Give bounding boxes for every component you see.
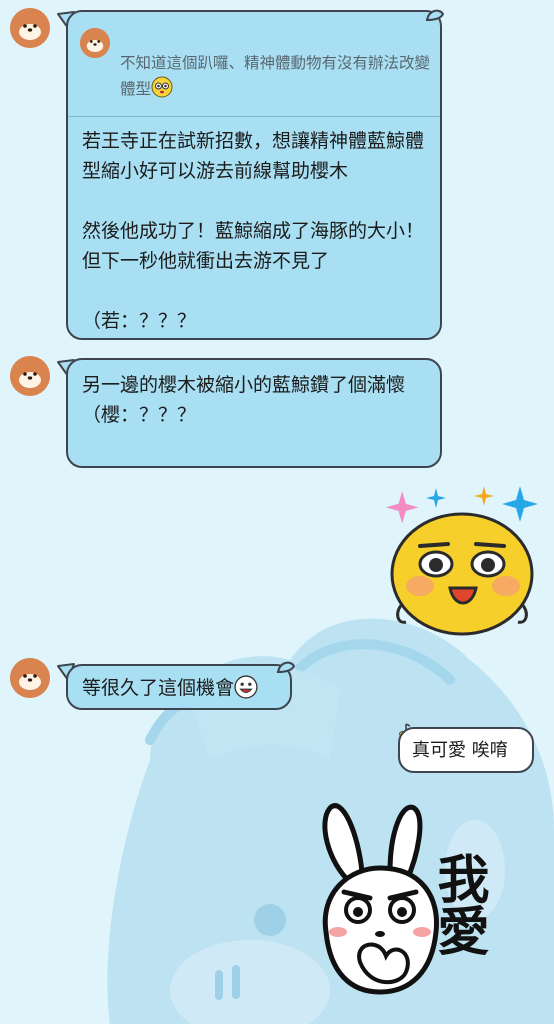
- avatar-bear-icon: [10, 8, 50, 48]
- bubble-corner-decoration: [276, 661, 296, 674]
- sticker-bunny[interactable]: 我愛: [310, 792, 538, 1002]
- message-bubble[interactable]: 不知道這個趴囉、精神體動物有沒有辦法改變體型 若王寺正在試新招數，想讓精神體藍鯨…: [66, 10, 442, 340]
- message-text: 真可愛 唉唷: [412, 740, 508, 761]
- message-text: 若王寺正在試新招數，想讓精神體藍鯨體型縮小好可以游去前線幫助櫻木 然後他成功了！…: [82, 130, 425, 332]
- message-bubble-own[interactable]: 真可愛 唉唷: [398, 727, 534, 773]
- avatar-bear-icon: [80, 28, 110, 58]
- avatar[interactable]: [10, 658, 50, 698]
- reply-avatar: [80, 28, 110, 58]
- sticker-yellow-face[interactable]: [384, 484, 544, 640]
- reply-quote[interactable]: 不知道這個趴囉、精神體動物有沒有辦法改變體型: [68, 12, 440, 117]
- avatar-bear-icon: [10, 658, 50, 698]
- message-bubble[interactable]: 等很久了這個機會: [66, 664, 292, 710]
- message-bubble[interactable]: 另一邊的櫻木被縮小的藍鯨鑽了個滿懷 （櫻：？？？: [66, 358, 442, 468]
- reply-quote-text: 不知道這個趴囉、精神體動物有沒有辦法改變體型: [120, 54, 431, 98]
- message-text: 等很久了這個機會: [82, 673, 292, 703]
- avatar-bear-icon: [10, 356, 50, 396]
- bubble-corner-decoration: [425, 9, 445, 22]
- message-text: 另一邊的櫻木被縮小的藍鯨鑽了個滿懷 （櫻：？？？: [82, 374, 406, 426]
- avatar[interactable]: [10, 8, 50, 48]
- sticker-text: 我愛: [428, 852, 488, 956]
- yellow-emoji-icon: [151, 76, 173, 98]
- avatar[interactable]: [10, 356, 50, 396]
- face-emoji-icon: [234, 675, 258, 699]
